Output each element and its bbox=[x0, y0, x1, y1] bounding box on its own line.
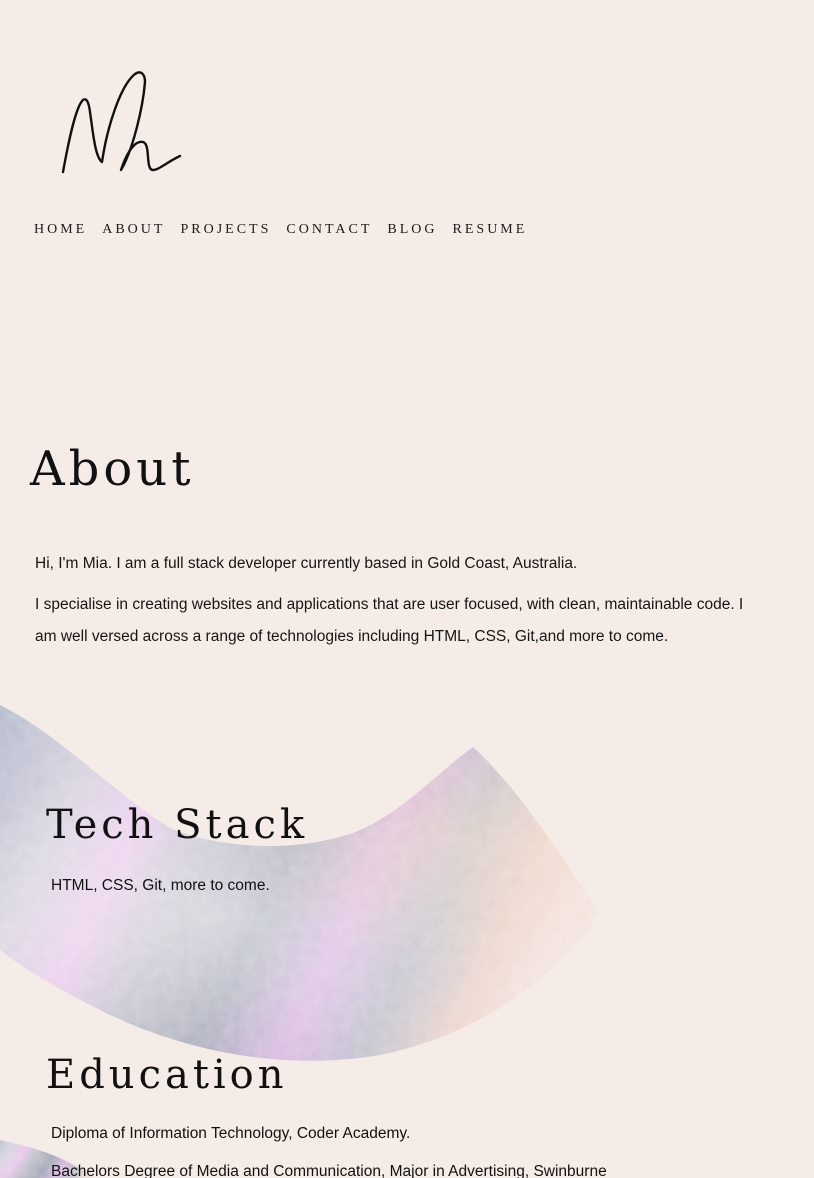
about-heading: About bbox=[30, 441, 195, 497]
tech-stack-text: HTML, CSS, Git, more to come. bbox=[51, 877, 270, 894]
nav-blog[interactable]: BLOG bbox=[387, 220, 437, 240]
about-body: I specialise in creating websites and ap… bbox=[35, 596, 744, 645]
nav-about[interactable]: ABOUT bbox=[102, 220, 165, 240]
nav-home[interactable]: HOME bbox=[34, 220, 87, 240]
education-heading: Education bbox=[46, 1052, 288, 1098]
about-text: Hi, I'm Mia. I am a full stack developer… bbox=[35, 548, 765, 653]
page: HOME ABOUT PROJECTS CONTACT BLOG RESUME … bbox=[0, 0, 814, 1178]
education-item: Bachelors Degree of Media and Communicat… bbox=[51, 1163, 607, 1178]
education-list: Diploma of Information Technology, Coder… bbox=[51, 1120, 791, 1178]
logo-signature[interactable] bbox=[55, 62, 190, 187]
nav-resume[interactable]: RESUME bbox=[453, 220, 528, 240]
nav-contact[interactable]: CONTACT bbox=[286, 220, 372, 240]
nav-projects[interactable]: PROJECTS bbox=[180, 220, 271, 240]
tech-stack-heading: Tech Stack bbox=[46, 802, 309, 848]
main-nav: HOME ABOUT PROJECTS CONTACT BLOG RESUME bbox=[34, 220, 542, 240]
education-item: Diploma of Information Technology, Coder… bbox=[51, 1125, 411, 1142]
about-intro: Hi, I'm Mia. I am a full stack developer… bbox=[35, 555, 578, 572]
